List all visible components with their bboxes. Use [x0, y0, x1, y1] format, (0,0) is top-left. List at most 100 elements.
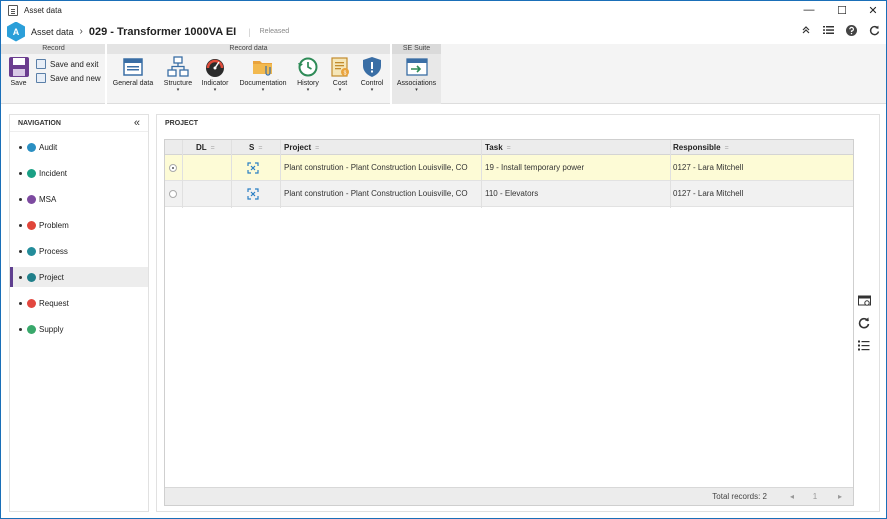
help-icon[interactable]: [840, 24, 863, 39]
refresh-grid-icon[interactable]: [854, 312, 874, 334]
title-divider: |: [248, 26, 251, 37]
save-button[interactable]: Save: [6, 56, 31, 87]
column-list-icon[interactable]: [854, 334, 874, 356]
refresh-icon[interactable]: [863, 25, 886, 39]
msa-icon: [27, 194, 36, 204]
collapse-panel-icon[interactable]: «: [134, 115, 140, 132]
sort-icon: =: [210, 145, 215, 152]
nav-item-label: Problem: [39, 220, 69, 230]
caret-down-icon: ▾: [176, 87, 180, 93]
history-button[interactable]: History ▾: [294, 56, 322, 93]
column-label: DL: [196, 143, 207, 152]
bullet-icon: [19, 223, 22, 227]
bullet-icon: [19, 327, 22, 331]
nav-item-supply[interactable]: Supply: [10, 319, 148, 339]
table-row[interactable]: Plant constrution - Plant Construction L…: [165, 181, 853, 207]
collapse-ribbon-icon[interactable]: [794, 25, 817, 38]
project-icon: [27, 272, 36, 282]
cell-responsible: 0127 - Lara Mitchell: [673, 163, 744, 172]
navigation-title: NAVIGATION «: [10, 115, 148, 132]
nav-item-problem[interactable]: Problem: [10, 215, 148, 235]
problem-icon: [27, 220, 36, 230]
close-button[interactable]: ✕: [858, 1, 887, 19]
logo-letter: A: [12, 26, 20, 37]
nav-item-audit[interactable]: Audit: [10, 137, 148, 157]
documentation-label: Documentation: [239, 80, 287, 87]
column-label: Responsible: [673, 143, 721, 152]
bullet-icon: [19, 301, 22, 305]
window-icon: [122, 56, 144, 78]
bullet-icon: [19, 145, 22, 149]
status-icon: [247, 162, 259, 174]
cell-responsible: 0127 - Lara Mitchell: [673, 189, 744, 198]
view-record-icon[interactable]: [854, 290, 874, 312]
column-header-responsible[interactable]: Responsible =: [673, 140, 729, 155]
structure-button[interactable]: Structure ▾: [161, 56, 195, 93]
sort-icon: =: [506, 145, 511, 152]
column-divider: [182, 140, 183, 208]
associations-button[interactable]: Associations ▾: [394, 56, 439, 93]
save-and-exit-button[interactable]: Save and exit: [36, 59, 98, 69]
row-select-radio[interactable]: [169, 190, 177, 198]
associations-label: Associations: [396, 80, 437, 87]
history-icon: [297, 56, 319, 78]
column-divider: [481, 140, 482, 208]
save-and-new-button[interactable]: Save and new: [36, 73, 101, 83]
cell-project: Plant constrution - Plant Construction L…: [284, 189, 468, 198]
history-label: History: [297, 80, 319, 87]
sort-icon: =: [315, 145, 320, 152]
row-select-radio[interactable]: [169, 164, 177, 172]
nav-item-project[interactable]: Project: [10, 267, 148, 287]
incident-icon: [27, 168, 36, 178]
nav-item-incident[interactable]: Incident: [10, 163, 148, 183]
column-header-project[interactable]: Project =: [284, 140, 319, 155]
caret-down-icon: ▾: [213, 87, 217, 93]
ribbon-group-title: SE Suite: [392, 44, 441, 54]
total-records: Total records: 2: [712, 492, 767, 501]
folder-attachment-icon: [252, 56, 274, 78]
supply-icon: [27, 324, 36, 334]
documentation-button[interactable]: Documentation ▾: [237, 56, 289, 93]
general-data-button[interactable]: General data: [111, 56, 155, 87]
nav-item-label: Project: [39, 272, 64, 282]
column-label: S: [249, 143, 255, 152]
ribbon-group-title: Record data: [107, 44, 390, 54]
page-number[interactable]: 1: [808, 488, 822, 506]
bullet-icon: [19, 249, 22, 253]
audit-icon: [27, 142, 36, 152]
table-row[interactable]: Plant constrution - Plant Construction L…: [165, 155, 853, 181]
panel-title: PROJECT: [165, 120, 199, 127]
caret-down-icon: ▾: [261, 87, 265, 93]
column-header-s[interactable]: S =: [249, 140, 262, 155]
structure-label: Structure: [163, 80, 193, 87]
column-header-dl[interactable]: DL =: [196, 140, 215, 155]
minimize-button[interactable]: —: [794, 1, 824, 19]
list-icon[interactable]: [817, 25, 840, 38]
next-page-icon[interactable]: ▸: [833, 488, 847, 506]
hierarchy-icon: [167, 56, 189, 78]
breadcrumb-root[interactable]: Asset data: [31, 27, 74, 37]
control-button[interactable]: Control ▾: [358, 56, 386, 93]
indicator-button[interactable]: Indicator ▾: [199, 56, 231, 93]
associations-icon: [405, 56, 428, 78]
cost-icon: $: [329, 56, 351, 78]
column-header-task[interactable]: Task =: [485, 140, 511, 155]
gauge-icon: [204, 56, 226, 78]
control-label: Control: [360, 80, 384, 87]
previous-page-icon[interactable]: ◂: [785, 488, 799, 506]
sort-icon: =: [724, 145, 729, 152]
nav-item-label: MSA: [39, 194, 57, 204]
bullet-icon: [19, 197, 22, 201]
cost-button[interactable]: $ Cost ▾: [328, 56, 352, 93]
maximize-button[interactable]: ☐: [827, 1, 857, 19]
caret-down-icon: ▾: [306, 87, 310, 93]
request-icon: [27, 298, 36, 308]
nav-item-msa[interactable]: MSA: [10, 189, 148, 209]
bullet-icon: [19, 275, 22, 279]
column-label: Project: [284, 143, 312, 152]
nav-item-label: Audit: [39, 142, 58, 152]
nav-item-request[interactable]: Request: [10, 293, 148, 313]
app-logo-icon: A: [7, 21, 25, 42]
ribbon-group-title: Record: [1, 44, 106, 54]
nav-item-process[interactable]: Process: [10, 241, 148, 261]
